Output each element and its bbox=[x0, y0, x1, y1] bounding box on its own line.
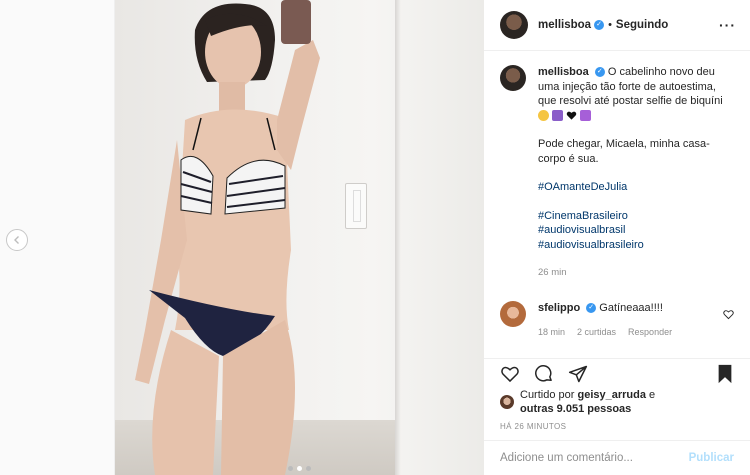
woman-scientist-icon bbox=[552, 110, 563, 122]
commenter-username[interactable]: sfelippo bbox=[538, 302, 580, 314]
comment-bubble-icon[interactable] bbox=[534, 364, 554, 384]
carousel-dot bbox=[288, 466, 293, 471]
carousel-indicator bbox=[115, 466, 484, 471]
black-heart-icon bbox=[566, 111, 577, 120]
liked-by-text: Curtido por geisy_arruda e outras 9.051 … bbox=[520, 388, 655, 416]
instagram-page: mellisboa ✓ • Seguindo ··· mellisboa ✓ O… bbox=[0, 0, 750, 475]
post-timestamp: HÁ 26 MINUTOS bbox=[500, 422, 567, 431]
caption-body: mellisboa ✓ O cabelinho novo deu uma inj… bbox=[538, 65, 734, 281]
comment-likes[interactable]: 2 curtidas bbox=[577, 325, 616, 339]
likes-count-link[interactable]: outras 9.051 pessoas bbox=[520, 403, 631, 415]
caption: mellisboa ✓ O cabelinho novo deu uma inj… bbox=[500, 65, 734, 281]
hashtag-link[interactable]: #OAmanteDeJulia bbox=[538, 180, 734, 195]
carousel-dot bbox=[306, 466, 311, 471]
photo-subject bbox=[135, 0, 320, 475]
like-heart-icon[interactable] bbox=[500, 364, 520, 384]
previous-post-button[interactable] bbox=[6, 229, 28, 251]
liker-username[interactable]: geisy_arruda bbox=[577, 389, 645, 401]
publish-button[interactable]: Publicar bbox=[689, 452, 734, 464]
hashtag-link[interactable]: #audiovisualbrasileiro bbox=[538, 238, 734, 253]
verified-badge-icon: ✓ bbox=[594, 67, 605, 78]
follow-status-button[interactable]: Seguindo bbox=[616, 19, 668, 31]
carousel-dot-active bbox=[297, 466, 302, 471]
liked-by-prefix: Curtido por bbox=[520, 389, 575, 401]
liker-avatar[interactable] bbox=[500, 395, 514, 409]
share-paper-plane-icon[interactable] bbox=[568, 364, 588, 384]
post-dialog: mellisboa ✓ • Seguindo ··· mellisboa ✓ O… bbox=[114, 0, 750, 475]
post-photo[interactable] bbox=[115, 0, 484, 475]
author-avatar[interactable] bbox=[500, 11, 528, 39]
liked-by: Curtido por geisy_arruda e outras 9.051 … bbox=[484, 388, 750, 416]
comment-item: sfelippo ✓ Gatíneaaa!!!! 18 min 2 curtid… bbox=[500, 300, 734, 339]
caption-username[interactable]: mellisboa bbox=[538, 66, 589, 78]
comment-age: 18 min bbox=[538, 326, 566, 337]
post-side-panel: mellisboa ✓ • Seguindo ··· mellisboa ✓ O… bbox=[484, 0, 750, 475]
comment-input[interactable]: Adicione um comentário... bbox=[500, 452, 633, 464]
grinning-sweat-face-icon bbox=[538, 110, 549, 122]
hashtag-link[interactable]: #CinemaBrasileiro bbox=[538, 209, 734, 224]
caption-paragraph-2: Pode chegar, Micaela, minha casa-corpo é… bbox=[538, 138, 710, 165]
verified-badge-icon: ✓ bbox=[594, 20, 605, 30]
purple-sparkle-icon bbox=[580, 110, 591, 122]
more-options-icon[interactable]: ··· bbox=[719, 17, 736, 33]
chevron-left-icon bbox=[14, 236, 19, 244]
commenter-avatar[interactable] bbox=[500, 300, 526, 327]
post-actions bbox=[484, 358, 750, 388]
comment-body: sfelippo ✓ Gatíneaaa!!!! 18 min 2 curtid… bbox=[538, 301, 672, 339]
verified-badge-icon: ✓ bbox=[586, 302, 597, 313]
caption-emojis bbox=[538, 110, 591, 122]
caption-age: 26 min bbox=[538, 267, 567, 278]
comment-reply-button[interactable]: Responder bbox=[628, 325, 672, 339]
bookmark-icon[interactable] bbox=[716, 364, 734, 384]
post-header: mellisboa ✓ • Seguindo ··· bbox=[484, 0, 750, 51]
hashtag-link[interactable]: #audiovisualbrasil bbox=[538, 223, 734, 238]
comments-area: mellisboa ✓ O cabelinho novo deu uma inj… bbox=[484, 51, 750, 354]
caption-avatar[interactable] bbox=[500, 65, 526, 91]
add-comment-bar: Adicione um comentário... Publicar bbox=[484, 440, 750, 475]
comment-meta: 18 min 2 curtidas Responder bbox=[538, 325, 672, 339]
header-separator: • bbox=[608, 19, 612, 31]
comment-like-heart-icon[interactable] bbox=[723, 309, 734, 320]
author-username[interactable]: mellisboa bbox=[538, 19, 591, 31]
liked-by-conj: e bbox=[649, 389, 656, 401]
comment-text: Gatíneaaa!!!! bbox=[599, 301, 663, 314]
